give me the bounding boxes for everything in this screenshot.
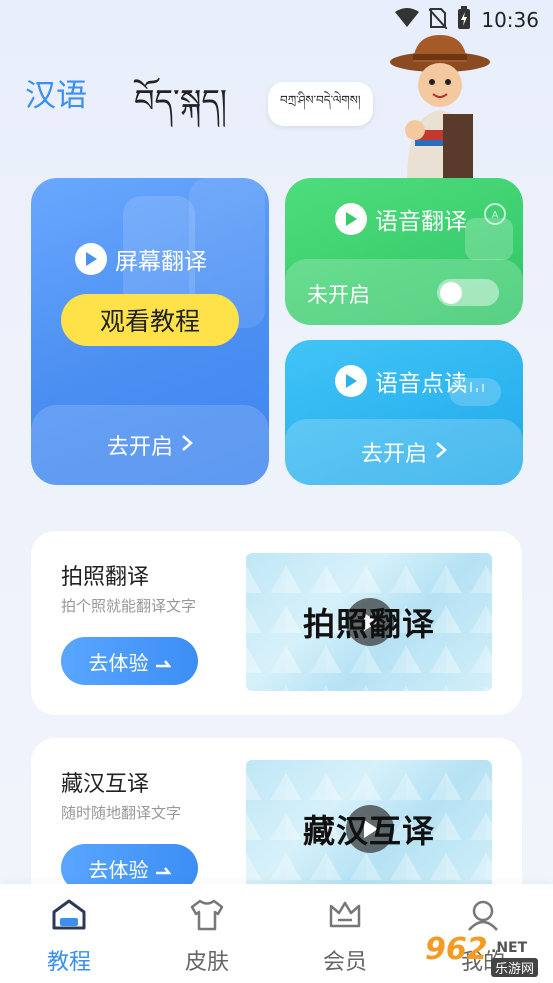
arrow-icon <box>155 856 172 880</box>
photo-translate-video-thumbnail[interactable]: 拍照翻译 <box>246 553 492 691</box>
voice-read-title: 语音点读 <box>335 364 467 398</box>
voice-read-card[interactable]: 语音点读 去开启 <box>285 340 523 485</box>
enable-label: 去开启 <box>360 442 427 467</box>
nav-label: 皮肤 <box>184 950 229 975</box>
list-item-title: 藏汉互译 <box>61 772 150 797</box>
shirt-icon <box>188 898 226 936</box>
voice-translate-card[interactable]: A 语音翻译 未开启 <box>285 178 523 325</box>
arrow-icon <box>155 649 172 673</box>
thumbnail-caption: 藏汉互译 <box>302 812 435 850</box>
home-icon <box>50 898 88 936</box>
try-button-label: 去体验 <box>88 857 149 882</box>
voice-translate-label: 语音翻译 <box>375 209 467 235</box>
status-time: 10:36 <box>481 8 539 32</box>
text-translate-video-thumbnail[interactable]: 藏汉互译 <box>246 760 492 898</box>
nav-item-membership[interactable]: 会员 <box>305 898 385 976</box>
nav-label: 教程 <box>46 950 91 975</box>
translate-symbol-icon: A <box>483 202 507 230</box>
language-chinese-tab[interactable]: 汉语 <box>25 70 87 115</box>
toggle-knob <box>440 282 462 304</box>
voice-translate-status: 未开启 <box>307 283 370 307</box>
screen-translate-enable-button[interactable]: 去开启 <box>31 405 269 485</box>
list-item-subtitle: 随时随地翻译文字 <box>61 804 182 822</box>
chevron-right-icon <box>435 440 447 465</box>
crown-icon <box>326 898 364 936</box>
nav-item-skins[interactable]: 皮肤 <box>167 898 247 976</box>
voice-read-label: 语音点读 <box>375 371 467 397</box>
photo-translate-card[interactable]: 拍照翻译 拍个照就能翻译文字 去体验 拍照翻译 <box>31 531 522 715</box>
language-tibetan-tab[interactable]: བོད་སྐད། <box>134 66 227 156</box>
watch-tutorial-button[interactable]: 观看教程 <box>61 294 239 346</box>
try-button-label: 去体验 <box>88 650 149 675</box>
play-icon <box>335 365 367 397</box>
voice-translate-toggle[interactable] <box>437 279 499 306</box>
play-icon <box>75 243 107 275</box>
list-item-subtitle: 拍个照就能翻译文字 <box>61 597 197 615</box>
mascot-illustration <box>385 30 495 180</box>
chevron-right-icon <box>181 433 193 458</box>
site-watermark: 962 .NET 乐游网 <box>413 930 548 978</box>
nav-item-tutorial[interactable]: 教程 <box>29 898 109 976</box>
play-icon <box>335 203 367 235</box>
watermark-suffix: .NET <box>491 940 528 956</box>
nav-label: 会员 <box>322 950 367 975</box>
thumbnail-caption: 拍照翻译 <box>302 605 435 643</box>
try-photo-translate-button[interactable]: 去体验 <box>61 637 198 685</box>
watermark-site: 乐游网 <box>491 958 539 977</box>
list-item-title: 拍照翻译 <box>61 565 150 590</box>
screen-translate-label: 屏幕翻译 <box>115 249 207 275</box>
screen-translate-title: 屏幕翻译 <box>75 242 207 276</box>
wifi-icon <box>395 8 420 32</box>
svg-text:A: A <box>492 210 499 221</box>
voice-read-enable-button[interactable]: 去开启 <box>285 419 523 485</box>
voice-translate-title: 语音翻译 <box>335 202 467 236</box>
screen-translate-card[interactable]: 屏幕翻译 观看教程 去开启 <box>31 178 269 485</box>
voice-translate-status-row: 未开启 <box>285 259 523 325</box>
greeting-bubble: བཀྲ་ཤིས་བདེ་ལེགས། <box>268 82 373 126</box>
enable-label: 去开启 <box>106 435 173 460</box>
watermark-number: 962 <box>425 932 488 967</box>
